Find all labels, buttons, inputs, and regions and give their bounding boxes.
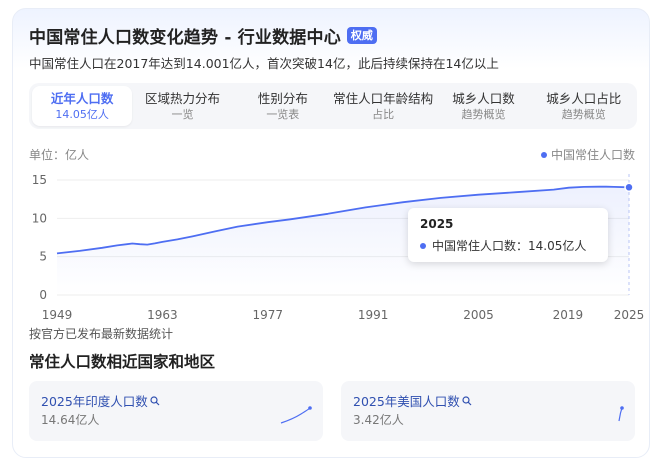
data-point-2025 xyxy=(624,182,634,193)
x-tick-label: 2025 xyxy=(614,308,645,322)
x-tick-label: 1991 xyxy=(358,308,389,322)
y-tick-label: 0 xyxy=(39,288,47,302)
related-title-text: 2025年印度人口数 xyxy=(41,394,148,409)
tooltip-row: 中国常住人口数：14.05亿人 xyxy=(420,237,586,254)
related-card-usa[interactable]: 2025年美国人口数 3.42亿人 xyxy=(341,381,635,441)
section-title: 常住人口数相近国家和地区 xyxy=(29,353,216,371)
x-tick-label: 1977 xyxy=(252,308,283,322)
related-card-india[interactable]: 2025年印度人口数 14.64亿人 xyxy=(29,381,323,441)
y-tick-label: 15 xyxy=(32,173,47,187)
related-card-title: 2025年印度人口数 xyxy=(41,391,160,410)
x-tick-label: 1949 xyxy=(42,308,73,322)
x-tick-label: 2005 xyxy=(463,308,494,322)
tooltip-dot-icon xyxy=(420,242,426,249)
population-line-chart[interactable]: 0 5 10 15 1949 1963 1977 1991 2005 2019 2025 xyxy=(13,9,651,329)
sparkline-icon xyxy=(280,406,312,424)
x-tick-label: 2019 xyxy=(553,308,584,322)
chart-tooltip: 2025 中国常住人口数：14.05亿人 xyxy=(408,208,608,262)
search-icon xyxy=(150,395,160,405)
y-tick-label: 10 xyxy=(32,211,47,225)
tooltip-year: 2025 xyxy=(420,217,454,231)
sparkline-icon xyxy=(618,406,624,422)
y-tick-label: 5 xyxy=(39,250,47,264)
related-card-title: 2025年美国人口数 xyxy=(353,391,472,410)
related-title-text: 2025年美国人口数 xyxy=(353,394,460,409)
related-card-value: 14.64亿人 xyxy=(41,413,100,427)
data-card: 中国常住人口数变化趋势 - 行业数据中心 权威 中国常住人口在2017年达到14… xyxy=(12,8,650,458)
tooltip-value: 中国常住人口数：14.05亿人 xyxy=(432,239,587,253)
data-source-note: 按官方已发布最新数据统计 xyxy=(29,327,174,341)
x-tick-label: 1963 xyxy=(147,308,178,322)
related-card-value: 3.42亿人 xyxy=(353,413,404,427)
search-icon xyxy=(462,395,472,405)
